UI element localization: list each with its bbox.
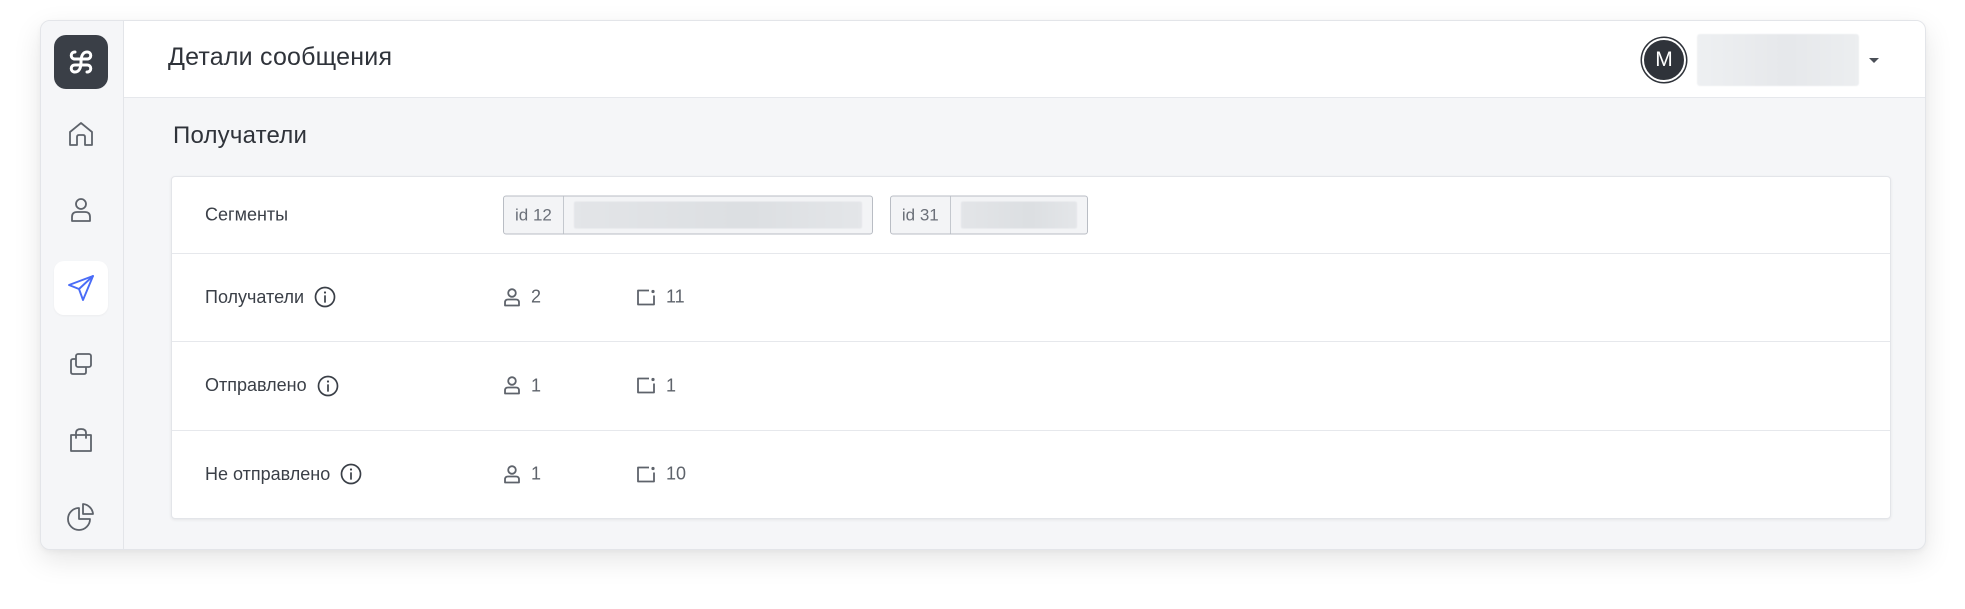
send-icon — [68, 275, 94, 301]
user-name-redacted — [1697, 34, 1859, 86]
info-icon[interactable] — [340, 463, 362, 485]
sidebar-item-analytics[interactable] — [54, 489, 108, 543]
device-notification-icon — [637, 377, 655, 394]
row-label: Не отправлено — [205, 463, 362, 485]
recipients-label: Получатели — [205, 286, 305, 307]
chevron-down-icon[interactable] — [1869, 57, 1879, 63]
device-notification-icon — [637, 289, 655, 305]
sent-label: Отправлено — [205, 375, 307, 395]
not-sent-counts: 1 10 — [503, 464, 686, 485]
segments-label: Сегменты — [205, 204, 289, 225]
devices-count: 10 — [636, 464, 686, 485]
info-icon[interactable] — [314, 286, 336, 308]
users-count: 1 — [503, 375, 636, 396]
sidebar-item-templates[interactable] — [54, 337, 108, 391]
devices-count: 11 — [636, 287, 685, 308]
sidebar-item-users[interactable] — [54, 183, 108, 237]
sidebar — [41, 21, 124, 549]
sidebar-item-home[interactable] — [54, 107, 108, 161]
segment-name-redacted — [960, 201, 1077, 229]
users-count: 1 — [503, 464, 636, 485]
shopping-bag-icon — [70, 428, 92, 452]
sidebar-item-messages[interactable] — [54, 261, 108, 315]
sent-counts: 1 1 — [503, 375, 676, 396]
user-menu[interactable]: M — [1642, 33, 1879, 87]
recipients-card: Сегменты id 12 id 31 Получатели 2 11 Отп… — [171, 176, 1891, 519]
app-window: Детали сообщения M Получатели Сегменты i… — [40, 20, 1926, 550]
user-icon — [504, 287, 520, 306]
segment-id: id 12 — [504, 196, 564, 234]
not-sent-row: Не отправлено 1 10 — [172, 430, 1890, 518]
not-sent-label: Не отправлено — [205, 463, 331, 484]
section-title: Получатели — [173, 122, 308, 149]
info-icon[interactable] — [317, 375, 339, 397]
page-title: Детали сообщения — [168, 43, 393, 71]
device-notification-icon — [637, 466, 655, 482]
segment-name-redacted — [573, 201, 862, 229]
sent-row: Отправлено 1 1 — [172, 341, 1890, 431]
user-icon — [504, 376, 520, 395]
segments-row: Сегменты id 12 id 31 — [172, 177, 1890, 254]
segment-tag[interactable]: id 31 — [889, 195, 1088, 235]
segment-id: id 31 — [891, 196, 951, 234]
app-logo[interactable] — [54, 35, 108, 89]
row-label: Отправлено — [205, 375, 339, 397]
users-count: 2 — [503, 287, 636, 308]
recipient-counts: 2 11 — [503, 287, 685, 308]
sidebar-item-shop[interactable] — [54, 413, 108, 467]
templates-icon — [70, 353, 92, 375]
row-label: Получатели — [205, 286, 336, 308]
devices-count: 1 — [636, 375, 676, 396]
logo-icon — [69, 50, 93, 74]
segment-tag[interactable]: id 12 — [503, 195, 873, 235]
avatar: M — [1642, 38, 1686, 82]
recipients-row: Получатели 2 11 — [172, 253, 1890, 342]
pie-chart-icon — [67, 503, 94, 531]
row-label: Сегменты — [205, 205, 288, 226]
user-icon — [71, 198, 91, 222]
user-icon — [504, 464, 520, 483]
home-icon — [69, 122, 93, 146]
segment-tags: id 12 id 31 — [503, 195, 1088, 235]
top-header: Детали сообщения M — [124, 21, 1925, 98]
